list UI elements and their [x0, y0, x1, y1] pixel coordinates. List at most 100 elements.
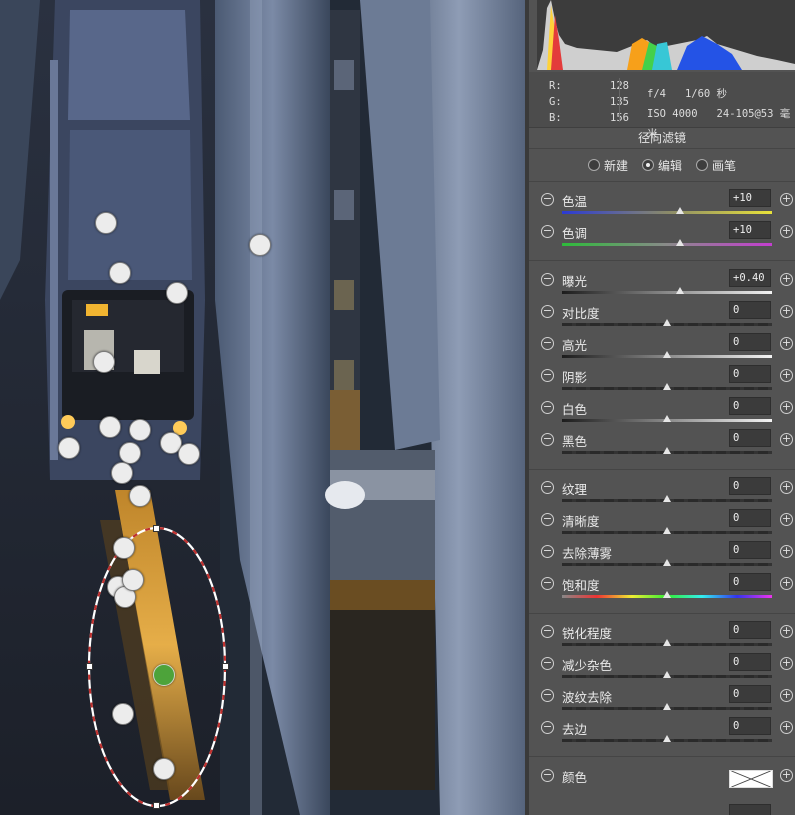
filter-pin[interactable] — [153, 758, 175, 780]
filter-handle-bottom[interactable] — [153, 802, 160, 809]
slider-value-field[interactable]: 0 — [729, 509, 771, 527]
slider-value-field[interactable]: 0 — [729, 429, 771, 447]
filter-pin[interactable] — [112, 703, 134, 725]
filter-pin[interactable] — [109, 262, 131, 284]
minus-icon[interactable]: − — [541, 721, 554, 734]
plus-icon[interactable]: + — [780, 545, 793, 558]
plus-icon[interactable]: + — [780, 769, 793, 782]
filter-pin[interactable] — [111, 462, 133, 484]
slider-value-field[interactable]: 0 — [729, 333, 771, 351]
next-value-field[interactable] — [729, 804, 771, 815]
minus-icon[interactable]: − — [541, 657, 554, 670]
minus-icon[interactable]: − — [541, 625, 554, 638]
slider-row: − 纹理 0 + — [529, 476, 795, 508]
slider-row: − 阴影 0 + — [529, 364, 795, 396]
filter-pin[interactable] — [93, 351, 115, 373]
mode-edit[interactable]: 编辑 — [641, 157, 682, 174]
plus-icon[interactable]: + — [780, 513, 793, 526]
minus-icon[interactable]: − — [541, 337, 554, 350]
minus-icon[interactable]: − — [541, 273, 554, 286]
filter-pin[interactable] — [95, 212, 117, 234]
filter-pin[interactable] — [99, 416, 121, 438]
slider-value-field[interactable]: +10 — [729, 189, 771, 207]
slider-row: − 波纹去除 0 + — [529, 684, 795, 716]
slider-thumb[interactable] — [663, 351, 671, 358]
filter-pin[interactable] — [113, 537, 135, 559]
filter-pin-active[interactable] — [153, 664, 175, 686]
photo-canvas[interactable] — [0, 0, 525, 815]
plus-icon[interactable]: + — [780, 273, 793, 286]
slider-value-field[interactable]: +0.40 — [729, 269, 771, 287]
slider-value-field[interactable]: +10 — [729, 221, 771, 239]
plus-icon[interactable]: + — [780, 369, 793, 382]
minus-icon[interactable]: − — [541, 545, 554, 558]
minus-icon[interactable]: − — [541, 193, 554, 206]
filter-pin[interactable] — [129, 485, 151, 507]
slider-thumb[interactable] — [663, 639, 671, 646]
minus-icon[interactable]: − — [541, 769, 554, 782]
filter-handle-right[interactable] — [222, 663, 229, 670]
slider-track[interactable] — [562, 211, 772, 214]
plus-icon[interactable]: + — [780, 625, 793, 638]
minus-icon[interactable]: − — [541, 369, 554, 382]
filter-pin[interactable] — [249, 234, 271, 256]
plus-icon[interactable]: + — [780, 433, 793, 446]
color-swatch[interactable] — [729, 770, 773, 788]
slider-thumb[interactable] — [675, 239, 684, 246]
slider-value-field[interactable]: 0 — [729, 653, 771, 671]
filter-pin[interactable] — [178, 443, 200, 465]
filter-pin[interactable] — [166, 282, 188, 304]
filter-handle-left[interactable] — [86, 663, 93, 670]
slider-thumb[interactable] — [663, 591, 671, 598]
slider-value-field[interactable]: 0 — [729, 301, 771, 319]
minus-icon[interactable]: − — [541, 513, 554, 526]
minus-icon[interactable]: − — [541, 225, 554, 238]
slider-thumb[interactable] — [675, 207, 684, 214]
minus-icon[interactable]: − — [541, 433, 554, 446]
filter-pin[interactable] — [58, 437, 80, 459]
filter-pin[interactable] — [119, 442, 141, 464]
filter-pin[interactable] — [129, 419, 151, 441]
slider-thumb[interactable] — [663, 735, 671, 742]
plus-icon[interactable]: + — [780, 337, 793, 350]
slider-thumb[interactable] — [663, 383, 671, 390]
slider-thumb[interactable] — [663, 319, 671, 326]
slider-thumb[interactable] — [663, 415, 671, 422]
minus-icon[interactable]: − — [541, 305, 554, 318]
slider-value-field[interactable]: 0 — [729, 397, 771, 415]
slider-value-field[interactable]: 0 — [729, 541, 771, 559]
slider-thumb[interactable] — [663, 671, 671, 678]
slider-value-field[interactable]: 0 — [729, 717, 771, 735]
minus-icon[interactable]: − — [541, 689, 554, 702]
slider-thumb[interactable] — [663, 447, 671, 454]
slider-value-field[interactable]: 0 — [729, 573, 771, 591]
plus-icon[interactable]: + — [780, 225, 793, 238]
filter-pin[interactable] — [122, 569, 144, 591]
plus-icon[interactable]: + — [780, 657, 793, 670]
slider-track[interactable] — [562, 243, 772, 246]
plus-icon[interactable]: + — [780, 481, 793, 494]
slider-thumb[interactable] — [663, 527, 671, 534]
minus-icon[interactable]: − — [541, 401, 554, 414]
slider-thumb[interactable] — [663, 559, 671, 566]
slider-value-field[interactable]: 0 — [729, 685, 771, 703]
slider-thumb[interactable] — [675, 287, 684, 294]
slider-track[interactable] — [562, 291, 772, 294]
plus-icon[interactable]: + — [780, 193, 793, 206]
b-label: B: — [549, 112, 562, 124]
slider-value-field[interactable]: 0 — [729, 621, 771, 639]
plus-icon[interactable]: + — [780, 689, 793, 702]
slider-thumb[interactable] — [663, 703, 671, 710]
minus-icon[interactable]: − — [541, 481, 554, 494]
plus-icon[interactable]: + — [780, 305, 793, 318]
slider-value-field[interactable]: 0 — [729, 477, 771, 495]
plus-icon[interactable]: + — [780, 721, 793, 734]
mode-brush[interactable]: 画笔 — [696, 157, 736, 174]
slider-thumb[interactable] — [663, 495, 671, 502]
filter-handle-top[interactable] — [153, 525, 160, 532]
mode-new[interactable]: 新建 — [587, 157, 628, 174]
plus-icon[interactable]: + — [780, 577, 793, 590]
plus-icon[interactable]: + — [780, 401, 793, 414]
slider-value-field[interactable]: 0 — [729, 365, 771, 383]
minus-icon[interactable]: − — [541, 577, 554, 590]
